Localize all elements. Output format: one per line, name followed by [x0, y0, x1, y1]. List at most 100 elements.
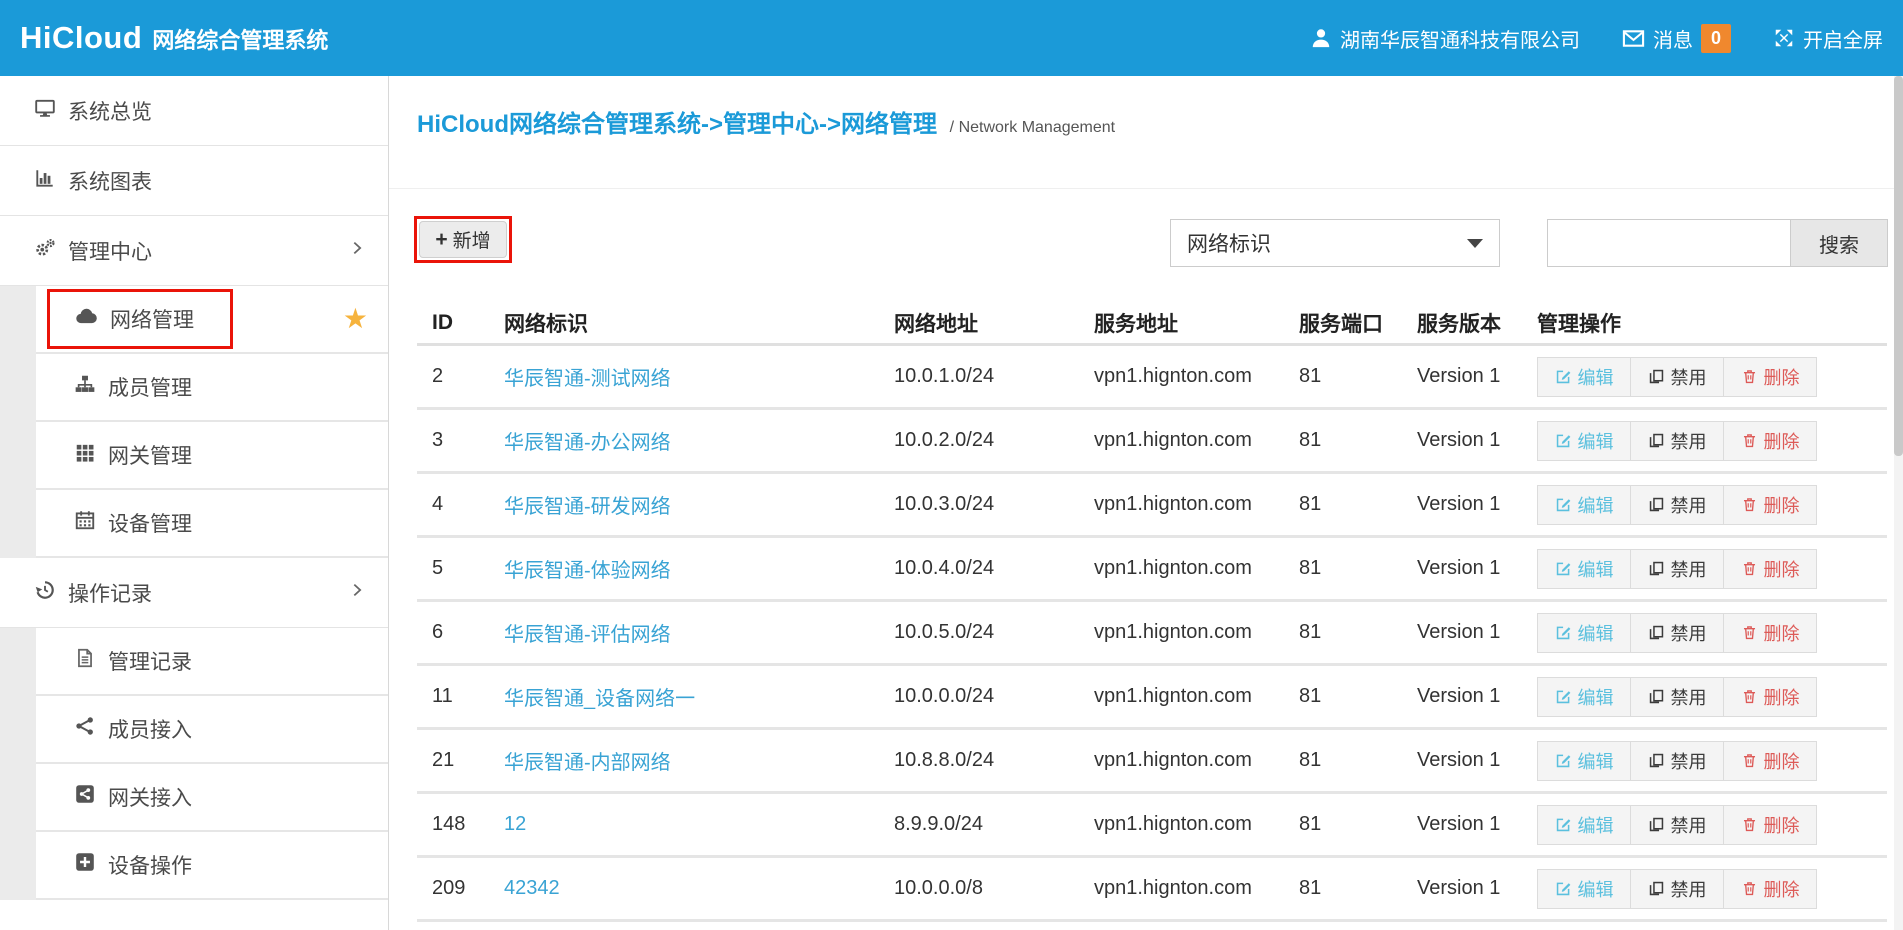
cell-network: 10.0.0.0/8 [894, 877, 1094, 900]
company-name: 湖南华辰智通科技有限公司 [1340, 24, 1580, 53]
table-row: 4 华辰智通-研发网络 10.0.3.0/24 vpn1.hignton.com… [417, 474, 1887, 538]
sidebar-item-label: 网关接入 [108, 782, 192, 812]
cell-service: vpn1.hignton.com [1094, 877, 1299, 900]
fullscreen-button[interactable]: 开启全屏 [1773, 24, 1883, 53]
network-name-link[interactable]: 12 [504, 813, 526, 835]
search-button[interactable]: 搜索 [1790, 219, 1888, 267]
col-header-actions: 管理操作 [1537, 308, 1887, 338]
sidebar-item-system-overview[interactable]: 系统总览 [0, 76, 388, 146]
trash-icon [1741, 496, 1758, 513]
delete-button[interactable]: 删除 [1723, 869, 1817, 909]
edit-button[interactable]: 编辑 [1537, 485, 1631, 525]
breadcrumb-title: HiCloud网络综合管理系统->管理中心->网络管理 [417, 111, 937, 138]
disable-icon [1648, 560, 1665, 577]
cell-version: Version 1 [1417, 365, 1537, 388]
edit-icon [1555, 624, 1572, 641]
sidebar-item-member-access[interactable]: 成员接入 [36, 696, 388, 764]
cell-network: 8.9.9.0/24 [894, 813, 1094, 836]
cell-service: vpn1.hignton.com [1094, 365, 1299, 388]
edit-button[interactable]: 编辑 [1537, 357, 1631, 397]
disable-button[interactable]: 禁用 [1630, 421, 1724, 461]
messages-menu[interactable]: 消息 0 [1622, 24, 1731, 53]
delete-button[interactable]: 删除 [1723, 613, 1817, 653]
company-menu[interactable]: 湖南华辰智通科技有限公司 [1310, 24, 1580, 53]
cell-id: 148 [432, 813, 504, 836]
sidebar-item-gateway-access[interactable]: 网关接入 [36, 764, 388, 832]
brand-subtitle: 网络综合管理系统 [152, 23, 328, 55]
sidebar-item-label: 网络管理 [110, 304, 194, 334]
filter-dropdown[interactable]: 网络标识 [1170, 219, 1500, 267]
edit-button[interactable]: 编辑 [1537, 421, 1631, 461]
document-icon [74, 647, 96, 675]
cell-service: vpn1.hignton.com [1094, 813, 1299, 836]
delete-button[interactable]: 删除 [1723, 421, 1817, 461]
network-name-link[interactable]: 华辰智通-体验网络 [504, 560, 671, 582]
col-header-service: 服务地址 [1094, 308, 1299, 338]
delete-button[interactable]: 删除 [1723, 485, 1817, 525]
monitor-icon [34, 97, 56, 125]
disable-button[interactable]: 禁用 [1630, 805, 1724, 845]
sidebar-item-gateway-management[interactable]: 网关管理 [36, 422, 388, 490]
edit-button[interactable]: 编辑 [1537, 741, 1631, 781]
delete-button[interactable]: 删除 [1723, 677, 1817, 717]
network-name-link[interactable]: 华辰智通-研发网络 [504, 496, 671, 518]
scrollbar-thumb[interactable] [1894, 76, 1903, 456]
fullscreen-icon [1773, 27, 1795, 49]
edit-button[interactable]: 编辑 [1537, 549, 1631, 589]
sidebar-item-device-operations[interactable]: 设备操作 [36, 832, 388, 900]
cell-version: Version 1 [1417, 557, 1537, 580]
trash-icon [1741, 368, 1758, 385]
cell-port: 81 [1299, 429, 1417, 452]
cell-port: 81 [1299, 493, 1417, 516]
edit-icon [1555, 752, 1572, 769]
edit-button[interactable]: 编辑 [1537, 805, 1631, 845]
delete-button[interactable]: 删除 [1723, 741, 1817, 781]
sidebar-item-device-management[interactable]: 设备管理 [36, 490, 388, 558]
disable-button[interactable]: 禁用 [1630, 869, 1724, 909]
table-row: 209 42342 10.0.0.0/8 vpn1.hignton.com 81… [417, 858, 1887, 922]
sidebar-item-member-management[interactable]: 成员管理 [36, 354, 388, 422]
disable-button[interactable]: 禁用 [1630, 485, 1724, 525]
sidebar-item-operation-records[interactable]: 操作记录 [0, 558, 388, 628]
add-button[interactable]: + 新增 [419, 221, 507, 258]
search-input[interactable] [1547, 219, 1791, 267]
network-name-link[interactable]: 42342 [504, 877, 560, 899]
table-row: 21 华辰智通-内部网络 10.8.8.0/24 vpn1.hignton.co… [417, 730, 1887, 794]
edit-icon [1555, 688, 1572, 705]
edit-button[interactable]: 编辑 [1537, 869, 1631, 909]
edit-button[interactable]: 编辑 [1537, 677, 1631, 717]
network-name-link[interactable]: 华辰智通-内部网络 [504, 752, 671, 774]
chevron-right-icon [348, 239, 366, 263]
disable-icon [1648, 496, 1665, 513]
network-name-link[interactable]: 华辰智通-测试网络 [504, 368, 671, 390]
disable-button[interactable]: 禁用 [1630, 613, 1724, 653]
sidebar-item-system-charts[interactable]: 系统图表 [0, 146, 388, 216]
delete-button[interactable]: 删除 [1723, 357, 1817, 397]
delete-button[interactable]: 删除 [1723, 549, 1817, 589]
sidebar-item-label: 管理记录 [108, 646, 192, 676]
vertical-scrollbar[interactable] [1894, 76, 1903, 930]
sidebar-item-management-records[interactable]: 管理记录 [36, 628, 388, 696]
cell-service: vpn1.hignton.com [1094, 621, 1299, 644]
disable-button[interactable]: 禁用 [1630, 677, 1724, 717]
sidebar-item-management-center[interactable]: 管理中心 [0, 216, 388, 286]
sidebar-item-label: 操作记录 [68, 578, 152, 608]
grid-icon [74, 441, 96, 469]
disable-icon [1648, 688, 1665, 705]
sidebar-item-network-management[interactable]: 网络管理 ★ [36, 286, 388, 354]
sidebar-item-label: 设备操作 [108, 850, 192, 880]
edit-button[interactable]: 编辑 [1537, 613, 1631, 653]
network-name-link[interactable]: 华辰智通-办公网络 [504, 432, 671, 454]
network-name-link[interactable]: 华辰智通_设备网络一 [504, 688, 695, 710]
disable-button[interactable]: 禁用 [1630, 741, 1724, 781]
delete-button[interactable]: 删除 [1723, 805, 1817, 845]
disable-button[interactable]: 禁用 [1630, 357, 1724, 397]
table-row: 5 华辰智通-体验网络 10.0.4.0/24 vpn1.hignton.com… [417, 538, 1887, 602]
cell-network: 10.0.4.0/24 [894, 557, 1094, 580]
cell-network: 10.0.3.0/24 [894, 493, 1094, 516]
network-name-link[interactable]: 华辰智通-评估网络 [504, 624, 671, 646]
sidebar-item-label: 设备管理 [108, 508, 192, 538]
disable-button[interactable]: 禁用 [1630, 549, 1724, 589]
share-icon [74, 715, 96, 743]
history-icon [34, 579, 56, 607]
